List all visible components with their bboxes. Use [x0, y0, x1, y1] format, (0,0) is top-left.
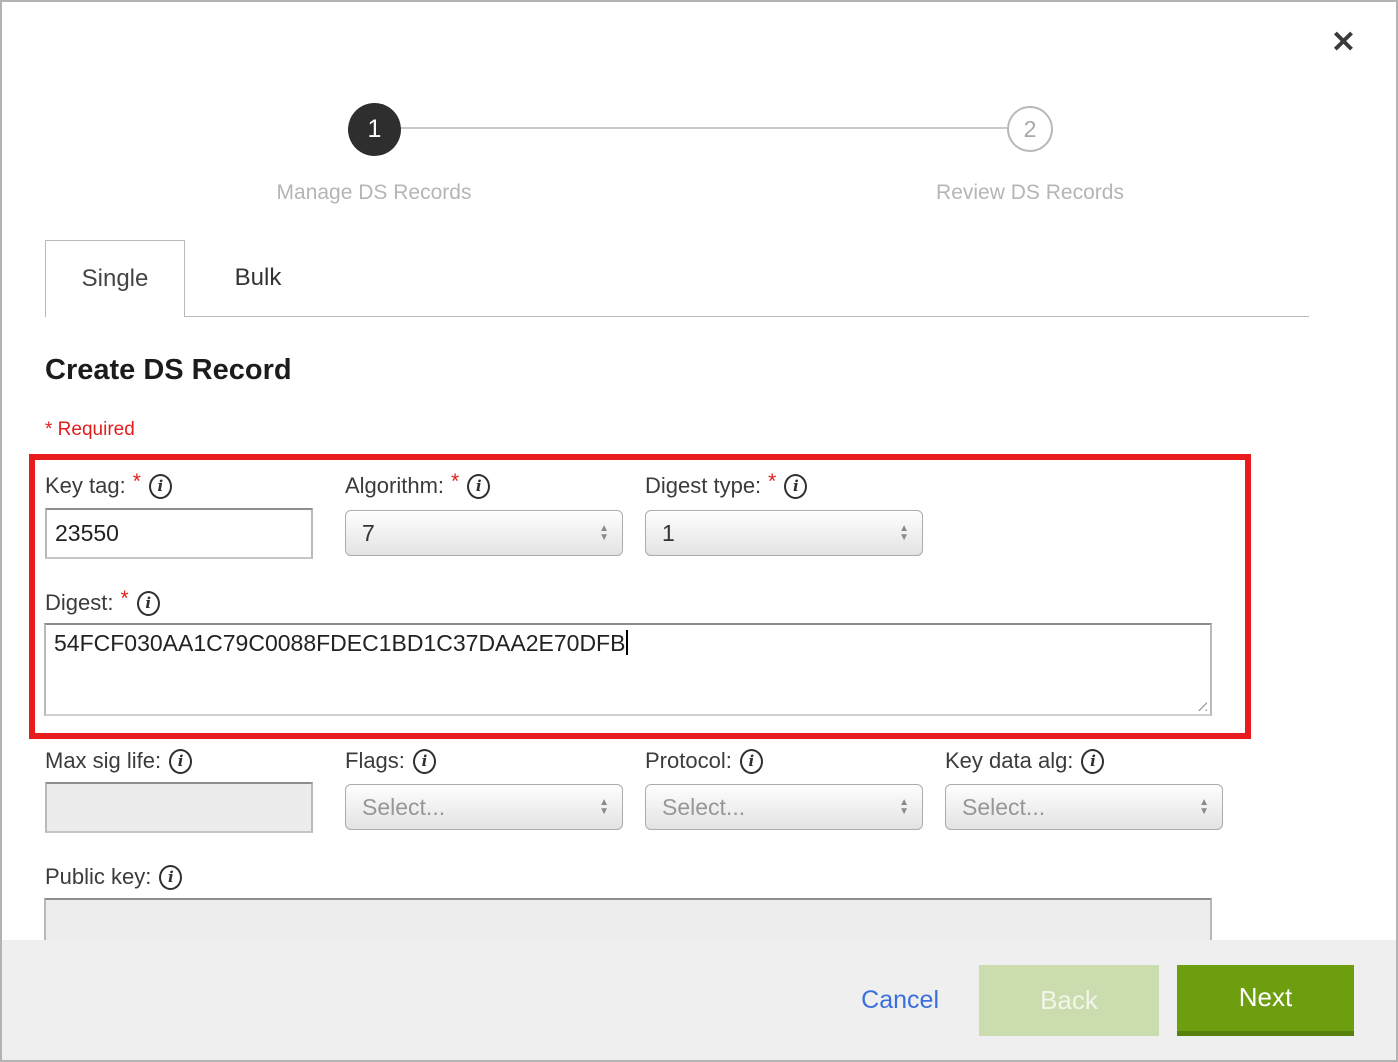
tab-single-label: Single: [82, 265, 149, 293]
key-tag-label-text: Key tag:: [45, 473, 126, 499]
select-arrows-icon: ▲▼: [899, 524, 909, 542]
protocol-select-value: Select...: [662, 794, 899, 821]
digest-label: Digest: * i: [45, 588, 160, 618]
info-icon-glyph: i: [168, 868, 174, 886]
info-icon[interactable]: i: [149, 474, 172, 499]
text-caret: [626, 630, 628, 655]
key-tag-label: Key tag: * i: [45, 471, 172, 501]
digest-type-select-value: 1: [662, 520, 899, 547]
tab-bottom-rule: [185, 316, 1309, 317]
step-1-label: Manage DS Records: [214, 181, 534, 205]
tab-single[interactable]: Single: [45, 240, 185, 317]
protocol-label-text: Protocol:: [645, 748, 732, 774]
max-sig-life-input: [45, 782, 313, 833]
modal-footer: Cancel Back Next: [2, 940, 1396, 1060]
info-icon[interactable]: i: [159, 865, 182, 890]
required-note: * Required: [45, 419, 135, 441]
algorithm-select[interactable]: 7 ▲▼: [345, 510, 623, 556]
digest-textarea[interactable]: 54FCF030AA1C79C0088FDEC1BD1C37DAA2E70DFB: [44, 623, 1212, 716]
step-2-number: 2: [1024, 116, 1037, 143]
digest-label-text: Digest:: [45, 590, 113, 616]
select-arrows-icon: ▲▼: [899, 798, 909, 816]
info-icon[interactable]: i: [137, 591, 160, 616]
key-data-alg-select-value: Select...: [962, 794, 1199, 821]
info-icon[interactable]: i: [740, 749, 763, 774]
step-1-circle: 1: [348, 103, 401, 156]
select-arrows-icon: ▲▼: [599, 798, 609, 816]
resize-grip-icon[interactable]: [1193, 697, 1207, 711]
tab-bulk[interactable]: Bulk: [185, 240, 331, 316]
info-icon[interactable]: i: [467, 474, 490, 499]
max-sig-life-label: Max sig life: i: [45, 746, 192, 776]
close-button[interactable]: ✕: [1331, 28, 1356, 58]
public-key-label: Public key: i: [45, 862, 182, 892]
info-icon-glyph: i: [145, 594, 151, 612]
flags-select[interactable]: Select... ▲▼: [345, 784, 623, 830]
flags-select-value: Select...: [362, 794, 599, 821]
key-data-alg-label: Key data alg: i: [945, 746, 1104, 776]
info-icon-glyph: i: [476, 477, 482, 495]
cancel-button[interactable]: Cancel: [861, 986, 939, 1015]
back-button: Back: [979, 965, 1159, 1036]
protocol-select[interactable]: Select... ▲▼: [645, 784, 923, 830]
close-icon: ✕: [1331, 26, 1356, 59]
create-ds-record-modal: ✕ 1 2 Manage DS Records Review DS Record…: [0, 0, 1398, 1062]
next-button[interactable]: Next: [1177, 965, 1354, 1036]
info-icon-glyph: i: [793, 477, 799, 495]
digest-type-label: Digest type: * i: [645, 471, 807, 501]
info-icon[interactable]: i: [169, 749, 192, 774]
algorithm-label-text: Algorithm:: [345, 473, 444, 499]
select-arrows-icon: ▲▼: [599, 524, 609, 542]
info-icon[interactable]: i: [413, 749, 436, 774]
info-icon-glyph: i: [178, 752, 184, 770]
info-icon[interactable]: i: [1081, 749, 1104, 774]
digest-type-select[interactable]: 1 ▲▼: [645, 510, 923, 556]
info-icon-glyph: i: [422, 752, 428, 770]
required-asterisk: *: [451, 470, 459, 494]
info-icon-glyph: i: [158, 477, 164, 495]
key-data-alg-label-text: Key data alg:: [945, 748, 1073, 774]
info-icon-glyph: i: [1090, 752, 1096, 770]
max-sig-life-label-text: Max sig life:: [45, 748, 161, 774]
flags-label-text: Flags:: [345, 748, 405, 774]
digest-value: 54FCF030AA1C79C0088FDEC1BD1C37DAA2E70DFB: [54, 630, 625, 656]
tab-bulk-label: Bulk: [235, 264, 282, 292]
digest-type-label-text: Digest type:: [645, 473, 761, 499]
step-1-number: 1: [368, 115, 382, 144]
public-key-label-text: Public key:: [45, 864, 151, 890]
step-connector-line: [401, 127, 1007, 129]
step-2-circle: 2: [1007, 106, 1053, 152]
flags-label: Flags: i: [345, 746, 436, 776]
required-asterisk: *: [133, 470, 141, 494]
key-data-alg-select[interactable]: Select... ▲▼: [945, 784, 1223, 830]
algorithm-label: Algorithm: * i: [345, 471, 490, 501]
step-2-label: Review DS Records: [870, 181, 1190, 205]
algorithm-select-value: 7: [362, 520, 599, 547]
info-icon[interactable]: i: [784, 474, 807, 499]
key-tag-input[interactable]: [45, 508, 313, 559]
info-icon-glyph: i: [748, 752, 754, 770]
protocol-label: Protocol: i: [645, 746, 763, 776]
select-arrows-icon: ▲▼: [1199, 798, 1209, 816]
required-asterisk: *: [768, 470, 776, 494]
required-asterisk: *: [120, 587, 128, 611]
page-title: Create DS Record: [45, 354, 292, 387]
